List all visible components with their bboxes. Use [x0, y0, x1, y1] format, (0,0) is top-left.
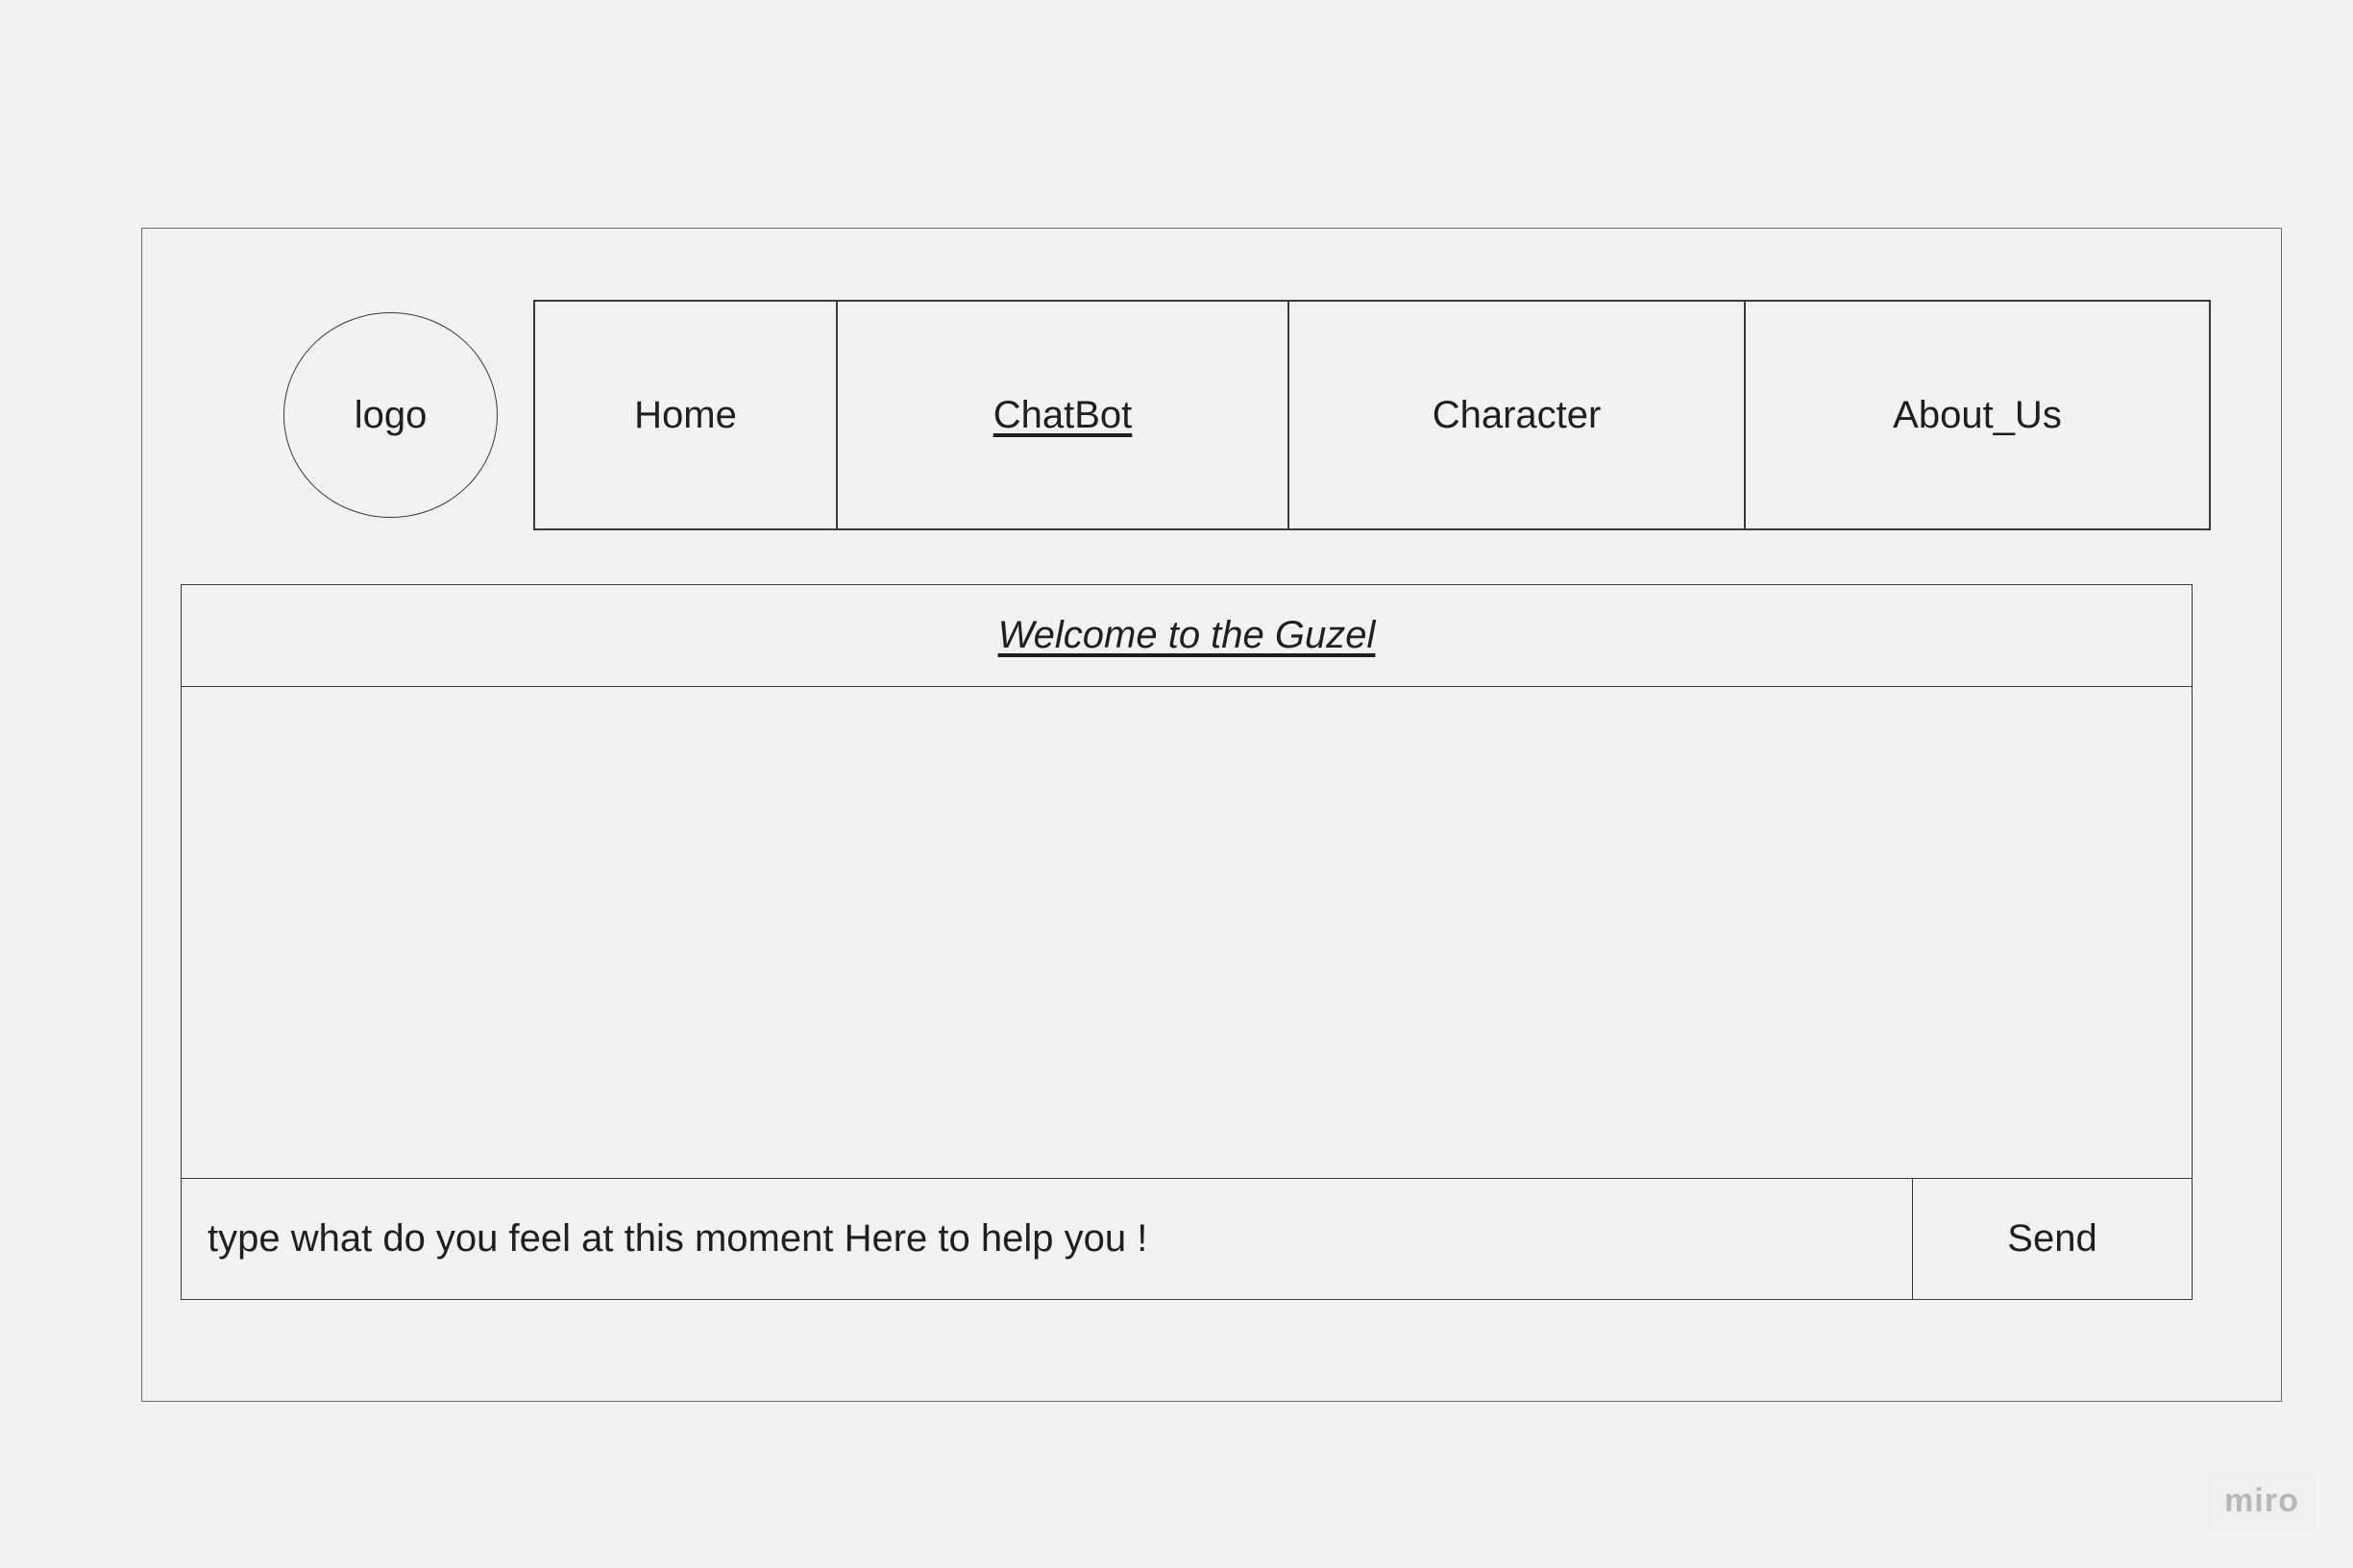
- main-nav: Home ChatBot Character About_Us: [533, 300, 2211, 530]
- chat-input-row: Send: [182, 1178, 2192, 1299]
- logo[interactable]: logo: [283, 312, 498, 518]
- nav-item-label: About_Us: [1893, 393, 2062, 436]
- message-input[interactable]: [182, 1179, 1913, 1299]
- miro-watermark: miro: [2208, 1470, 2316, 1531]
- nav-item-label: ChatBot: [993, 393, 1133, 436]
- chat-title: Welcome to the Guzel: [182, 585, 2192, 687]
- chat-panel: Welcome to the Guzel Send: [181, 584, 2193, 1300]
- nav-item-about-us[interactable]: About_Us: [1744, 302, 2209, 528]
- chat-messages-area[interactable]: [182, 687, 2192, 1179]
- nav-item-character[interactable]: Character: [1287, 302, 1744, 528]
- logo-label: logo: [354, 393, 428, 436]
- nav-item-label: Character: [1432, 393, 1602, 436]
- nav-item-home[interactable]: Home: [535, 302, 836, 528]
- nav-item-chatbot[interactable]: ChatBot: [836, 302, 1287, 528]
- nav-item-label: Home: [634, 393, 737, 436]
- send-button[interactable]: Send: [1913, 1179, 2192, 1299]
